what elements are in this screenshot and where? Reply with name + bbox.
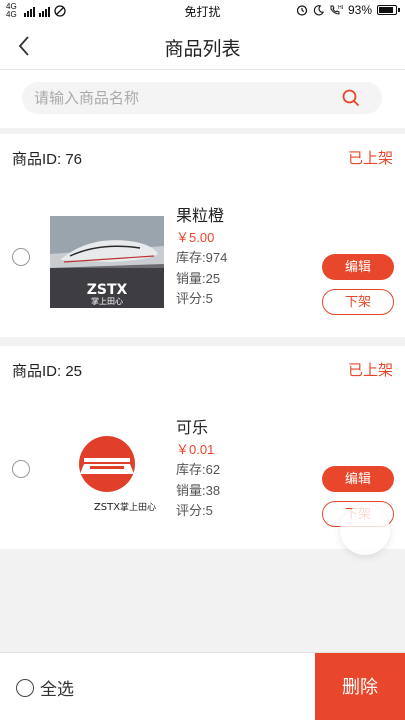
product-image: ZSTX 掌上田心 xyxy=(50,216,164,308)
floating-assistive-button[interactable] xyxy=(340,505,390,555)
product-rating: 评分:5 xyxy=(176,291,213,306)
status-badge: 已上架 xyxy=(347,362,393,379)
nav-bar: 商品列表 xyxy=(0,22,405,70)
product-sales: 销量:25 xyxy=(176,271,221,286)
status-right: HD 93% xyxy=(296,3,400,17)
bottom-bar: 全选 删除 xyxy=(0,652,405,720)
product-sales: 销量:38 xyxy=(176,483,221,498)
product-name: 可乐 xyxy=(176,420,209,437)
edit-button[interactable]: 编辑 xyxy=(322,466,394,492)
logo-subtext: 掌上田心 xyxy=(120,502,156,513)
product-name: 果粒橙 xyxy=(176,208,225,225)
search-box xyxy=(22,82,382,114)
edit-button[interactable]: 编辑 xyxy=(322,254,394,280)
hd-call-icon: HD xyxy=(330,5,343,15)
select-all-label: 全选 xyxy=(40,680,74,699)
delete-button[interactable]: 删除 xyxy=(315,653,405,720)
brand-logo-image: ZSTX 掌上田心 xyxy=(79,436,156,513)
status-badge: 已上架 xyxy=(347,150,393,167)
search-bar xyxy=(0,70,405,128)
product-id: 商品ID: 25 xyxy=(12,363,83,380)
status-bar: 4G 4G 免打扰 HD 93% xyxy=(0,0,405,22)
product-stock: 库存:974 xyxy=(176,250,228,265)
product-price: ￥0.01 xyxy=(176,442,215,457)
card-header: 商品ID: 76 已上架 xyxy=(0,134,405,178)
battery-icon xyxy=(377,5,400,15)
page-title: 商品列表 xyxy=(164,39,241,60)
product-card: 商品ID: 76 已上架 ZSTX 掌上田心 果粒橙 ￥5.00 库存:974 … xyxy=(0,134,405,337)
product-price: ￥5.00 xyxy=(176,230,215,245)
select-all-radio[interactable] xyxy=(16,678,34,697)
product-image: ZSTX 掌上田心 xyxy=(50,428,164,520)
card-header: 商品ID: 25 已上架 xyxy=(0,346,405,390)
product-id: 商品ID: 76 xyxy=(12,151,83,168)
alarm-icon xyxy=(296,5,308,16)
train-image: ZSTX 掌上田心 xyxy=(50,216,164,308)
take-down-button[interactable]: 下架 xyxy=(322,289,394,315)
search-icon[interactable] xyxy=(342,89,360,107)
svg-text:HD: HD xyxy=(338,5,343,11)
search-input[interactable] xyxy=(34,82,334,114)
select-all-toggle[interactable]: 全选 xyxy=(16,675,74,700)
select-radio[interactable] xyxy=(12,248,30,266)
select-radio[interactable] xyxy=(12,460,30,478)
moon-icon xyxy=(313,4,324,15)
logo-text: ZSTX xyxy=(87,282,128,298)
battery-percent: 93% xyxy=(347,3,372,17)
logo-text: ZSTX xyxy=(94,502,120,513)
product-stock: 库存:62 xyxy=(176,462,221,477)
product-rating: 评分:5 xyxy=(176,503,213,518)
logo-subtext: 掌上田心 xyxy=(91,296,123,306)
